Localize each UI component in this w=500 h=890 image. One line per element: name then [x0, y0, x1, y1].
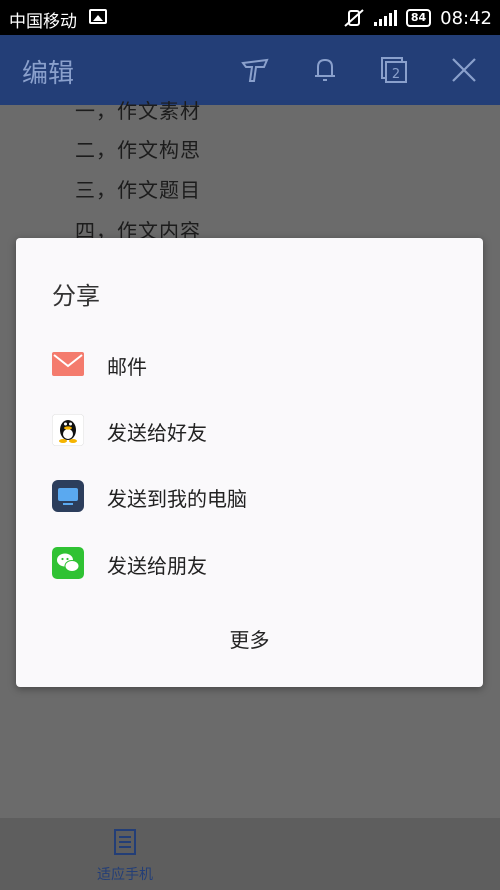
bottom-toolbar: 适应手机 [0, 818, 500, 890]
share-item-mail[interactable]: 邮件 [16, 334, 483, 394]
more-button[interactable]: 更多 [16, 624, 483, 653]
vibrate-off-icon [344, 9, 364, 27]
image-notification-icon [89, 9, 107, 24]
computer-icon [52, 480, 84, 512]
doc-line: 二，作文构思 [75, 138, 201, 162]
doc-line: 三，作文题目 [75, 178, 201, 202]
wechat-icon [52, 547, 84, 579]
share-item-wechat[interactable]: 发送给朋友 [16, 533, 483, 593]
share-label: 发送到我的电脑 [107, 487, 247, 511]
brush-icon[interactable] [240, 55, 270, 85]
bell-icon[interactable] [310, 55, 340, 85]
status-right: 84 08:42 [343, 6, 492, 30]
mail-icon [52, 352, 84, 376]
pages-icon[interactable]: 2 [379, 55, 409, 85]
fit-phone-label: 适应手机 [97, 867, 153, 883]
share-label: 邮件 [107, 355, 147, 379]
share-label: 发送给朋友 [107, 554, 207, 578]
signal-icon [373, 10, 397, 26]
share-item-my-computer[interactable]: 发送到我的电脑 [16, 466, 483, 526]
status-bar: 中国移动 84 08:42 [0, 0, 500, 35]
page-title: 编辑 [22, 59, 75, 89]
share-label: 发送给好友 [107, 421, 207, 445]
qq-icon [52, 414, 84, 446]
dialog-title: 分享 [52, 282, 100, 310]
share-dialog: 分享 邮件 发送给好友 发送到我的电脑 发送给朋友 更多 [16, 238, 483, 687]
close-icon[interactable] [449, 55, 479, 85]
document-icon [114, 829, 136, 855]
share-item-qq-friend[interactable]: 发送给好友 [16, 400, 483, 460]
carrier-label: 中国移动 [9, 12, 77, 32]
fit-phone-button[interactable]: 适应手机 [86, 828, 164, 884]
pages-count: 2 [392, 67, 400, 82]
clock: 08:42 [440, 7, 492, 29]
doc-line: 一，作文素材 [75, 99, 201, 123]
battery-icon: 84 [405, 9, 432, 27]
